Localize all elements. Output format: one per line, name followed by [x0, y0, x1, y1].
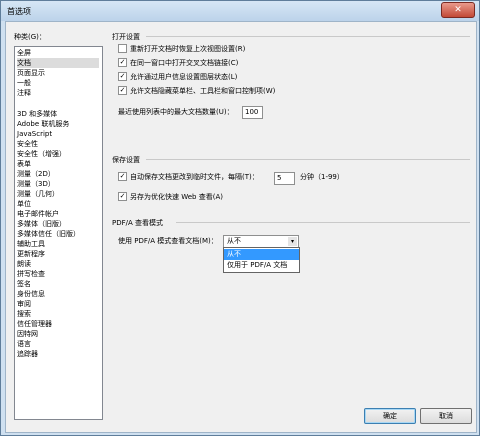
- hide-toolbars-checkbox[interactable]: ✓: [118, 85, 127, 95]
- autosave-label: 自动保存文档更改到临时文件，每隔(T)：: [130, 173, 259, 181]
- save-settings-title: 保存设置: [112, 156, 140, 164]
- pdfa-mode-value: 从不: [227, 237, 241, 245]
- same-window-option[interactable]: ✓ 在同一窗口中打开交叉文档链接(C): [118, 57, 239, 69]
- category-item[interactable]: 身份信息: [17, 289, 99, 299]
- category-item[interactable]: 安全性: [17, 139, 99, 149]
- category-item[interactable]: 测量（3D）: [17, 179, 99, 189]
- autosave-unit-label: 分钟（1-99）: [300, 173, 344, 181]
- restore-view-checkbox[interactable]: [118, 43, 127, 53]
- fast-web-label: 另存为优化快速 Web 查看(A): [130, 193, 223, 201]
- pdfa-mode-label: 使用 PDF/A 模式查看文档(M)：: [118, 237, 218, 245]
- section-divider: [146, 159, 470, 160]
- restore-view-label: 重新打开文档时恢复上次视图设置(R): [130, 45, 246, 53]
- category-item[interactable]: 全屏: [17, 48, 99, 58]
- category-item-selected[interactable]: 文档: [17, 58, 99, 68]
- dropdown-option-pdfa-only[interactable]: 仅用于 PDF/A 文档: [224, 260, 299, 271]
- category-item[interactable]: 一般: [17, 78, 99, 88]
- hide-toolbars-label: 允许文档隐藏菜单栏、工具栏和窗口控制项(W): [130, 87, 276, 95]
- hide-toolbars-option[interactable]: ✓ 允许文档隐藏菜单栏、工具栏和窗口控制项(W): [118, 85, 276, 97]
- layer-state-checkbox[interactable]: ✓: [118, 71, 127, 81]
- title-bar[interactable]: 首选项 ✕: [1, 1, 479, 21]
- category-item[interactable]: 签名: [17, 279, 99, 289]
- category-item[interactable]: 3D 和多媒体: [17, 109, 99, 119]
- pdfa-mode-dropdown: 从不 仅用于 PDF/A 文档: [223, 247, 300, 273]
- category-item[interactable]: 页面显示: [17, 68, 99, 78]
- category-item[interactable]: 拼写检查: [17, 269, 99, 279]
- category-item[interactable]: 语言: [17, 339, 99, 349]
- category-item[interactable]: 辅助工具: [17, 239, 99, 249]
- restore-view-option[interactable]: 重新打开文档时恢复上次视图设置(R): [118, 43, 246, 55]
- chevron-down-icon[interactable]: ▾: [288, 237, 297, 246]
- category-item[interactable]: 信任管理器: [17, 319, 99, 329]
- category-item[interactable]: 审阅: [17, 299, 99, 309]
- category-item[interactable]: 搜索: [17, 309, 99, 319]
- window-title: 首选项: [7, 7, 31, 16]
- recent-docs-label: 最近使用列表中的最大文档数量(U)：: [118, 108, 234, 116]
- category-item[interactable]: 测量（几何）: [17, 189, 99, 199]
- section-divider: [176, 222, 470, 223]
- preferences-window: 首选项 ✕ 种类(G)： 全屏 文档 页面显示 一般 注释 3D 和多媒体 Ad…: [0, 0, 480, 436]
- dropdown-option-never[interactable]: 从不: [224, 249, 299, 260]
- category-item[interactable]: 更新程序: [17, 249, 99, 259]
- category-item[interactable]: 追踪器: [17, 349, 99, 359]
- pdfa-title: PDF/A 查看模式: [112, 219, 164, 227]
- recent-docs-input[interactable]: 100: [242, 106, 263, 119]
- category-item[interactable]: 多媒体信任（旧版）: [17, 229, 99, 239]
- category-item[interactable]: 朗读: [17, 259, 99, 269]
- fast-web-option[interactable]: ✓ 另存为优化快速 Web 查看(A): [118, 191, 223, 203]
- category-item[interactable]: 单位: [17, 199, 99, 209]
- same-window-checkbox[interactable]: ✓: [118, 57, 127, 67]
- category-item[interactable]: 测量（2D）: [17, 169, 99, 179]
- close-button[interactable]: ✕: [441, 2, 475, 18]
- categories-label: 种类(G)：: [14, 33, 46, 41]
- dialog-body: 种类(G)： 全屏 文档 页面显示 一般 注释 3D 和多媒体 Adobe 联机…: [5, 21, 477, 433]
- open-settings-title: 打开设置: [112, 33, 140, 41]
- category-item[interactable]: JavaScript: [17, 129, 99, 139]
- category-item[interactable]: 因特网: [17, 329, 99, 339]
- category-item[interactable]: 表单: [17, 159, 99, 169]
- section-divider: [146, 36, 470, 37]
- category-item[interactable]: 电子邮件帐户: [17, 209, 99, 219]
- autosave-checkbox[interactable]: ✓: [118, 171, 127, 181]
- fast-web-checkbox[interactable]: ✓: [118, 191, 127, 201]
- ok-button[interactable]: 确定: [364, 408, 416, 424]
- layer-state-label: 允许通过用户信息设置图层状态(L): [130, 73, 238, 81]
- autosave-option[interactable]: ✓ 自动保存文档更改到临时文件，每隔(T)：: [118, 171, 259, 183]
- autosave-interval-input[interactable]: 5: [274, 172, 295, 185]
- cancel-button[interactable]: 取消: [420, 408, 472, 424]
- categories-list[interactable]: 全屏 文档 页面显示 一般 注释 3D 和多媒体 Adobe 联机服务 Java…: [14, 46, 103, 420]
- category-item[interactable]: 多媒体（旧版）: [17, 219, 99, 229]
- category-item[interactable]: 安全性（增强）: [17, 149, 99, 159]
- layer-state-option[interactable]: ✓ 允许通过用户信息设置图层状态(L): [118, 71, 238, 83]
- category-item[interactable]: Adobe 联机服务: [17, 119, 99, 129]
- category-item[interactable]: 注释: [17, 88, 99, 98]
- same-window-label: 在同一窗口中打开交叉文档链接(C): [130, 59, 239, 67]
